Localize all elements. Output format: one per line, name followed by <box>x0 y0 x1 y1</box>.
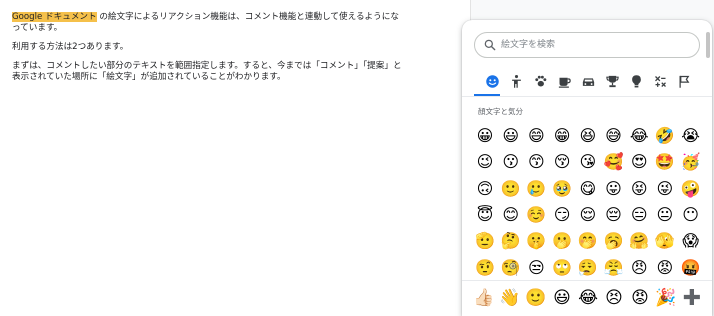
emoji-item[interactable]: 😱 <box>681 231 701 251</box>
emoji-item[interactable]: 😒 <box>526 258 546 278</box>
tab-activities[interactable] <box>602 71 622 91</box>
emoji-item[interactable]: 😋 <box>578 179 598 199</box>
emoji-item[interactable]: 🤪 <box>681 179 701 199</box>
trophy-icon <box>605 75 619 87</box>
tab-people[interactable] <box>506 71 526 91</box>
tab-objects[interactable] <box>626 71 646 91</box>
emoji-item[interactable]: 🥹 <box>552 179 572 199</box>
selected-text-highlight[interactable]: Google ドキュメント <box>12 12 97 22</box>
emoji-item[interactable]: 🤭 <box>578 231 598 251</box>
emoji-picker: 顔文字と気分 😀😃😄😁😆😅😂🤣😭😉😗😙😚😘🥰😍🤩🥳🙃🙂🥲🥹😋😛😝😜🤪😇😊☺️😏😌… <box>462 20 712 316</box>
emoji-item[interactable]: 😉 <box>475 152 495 172</box>
emoji-item[interactable]: 😡 <box>655 258 675 278</box>
emoji-item[interactable]: 🥱 <box>604 231 624 251</box>
emoji-item[interactable]: 🫣 <box>655 231 675 251</box>
emoji-item[interactable]: 😶 <box>681 205 701 225</box>
search-icon <box>484 39 496 51</box>
paragraph-3[interactable]: まずは、コメントしたい部分のテキストを範囲指定します。すると、今までは「コメント… <box>12 61 402 83</box>
car-icon <box>582 77 594 86</box>
tab-food[interactable] <box>554 71 574 91</box>
emoji-item[interactable]: 😤 <box>604 258 624 278</box>
recent-emoji-item[interactable]: 🙂 <box>524 286 548 310</box>
emoji-item[interactable]: 😛 <box>604 179 624 199</box>
emoji-item[interactable]: 😗 <box>501 152 521 172</box>
emoji-item[interactable]: 🙂 <box>501 179 521 199</box>
emoji-item[interactable]: 🙄 <box>552 258 572 278</box>
emoji-item[interactable]: 🤫 <box>526 231 546 251</box>
emoji-item[interactable]: ☺️ <box>526 205 546 225</box>
recent-emoji-item[interactable]: 🎉 <box>654 286 678 310</box>
recent-emoji-item[interactable]: 😂 <box>576 286 600 310</box>
document-body[interactable]: Google ドキュメント の絵文字によるリアクション機能は、コメント機能と連動… <box>12 12 402 91</box>
recent-emoji-bar: ✚ 👍🏻 👋 🙂 😃 😂 😣 😡 🎉 <box>462 280 712 316</box>
emoji-item[interactable]: 🤩 <box>655 152 675 172</box>
emoji-search-box[interactable] <box>474 32 700 58</box>
emoji-item[interactable]: 😌 <box>578 205 598 225</box>
recent-emoji-item[interactable]: 😃 <box>550 286 574 310</box>
tab-travel[interactable] <box>578 71 598 91</box>
document-page: Google ドキュメント の絵文字によるリアクション機能は、コメント機能と連動… <box>0 0 470 316</box>
emoji-item[interactable]: 😅 <box>604 126 624 146</box>
paw-icon <box>534 75 546 86</box>
emoji-category-tabs <box>482 71 692 93</box>
paragraph-1[interactable]: Google ドキュメント の絵文字によるリアクション機能は、コメント機能と連動… <box>12 12 402 34</box>
tab-smileys[interactable] <box>482 71 502 91</box>
emoji-search-input[interactable] <box>501 36 691 54</box>
section-label: 顔文字と気分 <box>478 107 523 116</box>
emoji-item[interactable]: 🤗 <box>629 231 649 251</box>
emoji-item[interactable]: 😮‍💨 <box>578 258 598 278</box>
emoji-item[interactable]: 😚 <box>552 152 572 172</box>
tab-symbols[interactable] <box>650 71 670 91</box>
emoji-item[interactable]: 😍 <box>629 152 649 172</box>
smiley-icon <box>485 74 499 88</box>
paragraph-2[interactable]: 利用する方法は2つあります。 <box>12 42 402 53</box>
emoji-item[interactable]: 😇 <box>475 205 495 225</box>
tab-flags[interactable] <box>674 71 694 91</box>
emoji-item[interactable]: 😭 <box>681 126 701 146</box>
emoji-item[interactable]: 🫡 <box>475 231 495 251</box>
emoji-item[interactable]: 😐 <box>655 205 675 225</box>
emoji-item[interactable]: 🤔 <box>501 231 521 251</box>
recent-emoji-item[interactable]: 😡 <box>628 286 652 310</box>
emoji-item[interactable]: 😔 <box>604 205 624 225</box>
emoji-item[interactable]: 😝 <box>629 179 649 199</box>
emoji-item[interactable]: 🥲 <box>526 179 546 199</box>
emoji-grid: 😀 😃 😄 😁 😆 😅 😂 🤣 😭 😉 😗 😙 😚 😘 🥰 😍 🤩 🥳 🙃 🙂 🥲 🥹 😋 😛 😝 😜 🤪 😇 😊 ☺️ 😏 😌 😔 😑 😐 😶 🫡 🤔 🤫… <box>475 126 705 278</box>
emoji-item[interactable]: 🤣 <box>655 126 675 146</box>
emoji-item[interactable]: 😀 <box>475 126 495 146</box>
emoji-item[interactable]: 🤬 <box>681 258 701 278</box>
emoji-item[interactable]: 😏 <box>552 205 572 225</box>
recent-emoji-item[interactable]: 👍🏻 <box>472 286 496 310</box>
emoji-item[interactable]: 😆 <box>578 126 598 146</box>
emoji-item[interactable]: 😑 <box>629 205 649 225</box>
emoji-item[interactable]: 🤨 <box>475 258 495 278</box>
emoji-item[interactable]: 🥰 <box>604 152 624 172</box>
emoji-item[interactable]: 😃 <box>501 126 521 146</box>
cup-icon <box>558 77 571 88</box>
emoji-item[interactable]: 😘 <box>578 152 598 172</box>
emoji-item[interactable]: 🧐 <box>501 258 521 278</box>
tabs-divider <box>462 96 712 97</box>
emoji-item[interactable]: 😄 <box>526 126 546 146</box>
plus-icon[interactable]: ✚ <box>680 286 704 311</box>
emoji-item[interactable]: 🥳 <box>681 152 701 172</box>
recent-emoji-item[interactable]: 😣 <box>602 286 626 310</box>
emoji-item[interactable]: 😂 <box>629 126 649 146</box>
emoji-item[interactable]: 😁 <box>552 126 572 146</box>
emoji-scrollbar-thumb[interactable] <box>706 32 710 58</box>
emoji-item[interactable]: 😊 <box>501 205 521 225</box>
flag-icon <box>679 75 689 88</box>
tab-animals[interactable] <box>530 71 550 91</box>
emoji-item[interactable]: 😜 <box>655 179 675 199</box>
symbols-icon <box>654 75 666 87</box>
emoji-item[interactable]: 🙃 <box>475 179 495 199</box>
emoji-item[interactable]: 😙 <box>526 152 546 172</box>
bulb-icon <box>631 74 641 87</box>
emoji-item[interactable]: 🫢 <box>552 231 572 251</box>
emoji-item[interactable]: 😠 <box>629 258 649 278</box>
recent-emoji-item[interactable]: 👋 <box>498 286 522 310</box>
person-icon <box>511 74 521 88</box>
